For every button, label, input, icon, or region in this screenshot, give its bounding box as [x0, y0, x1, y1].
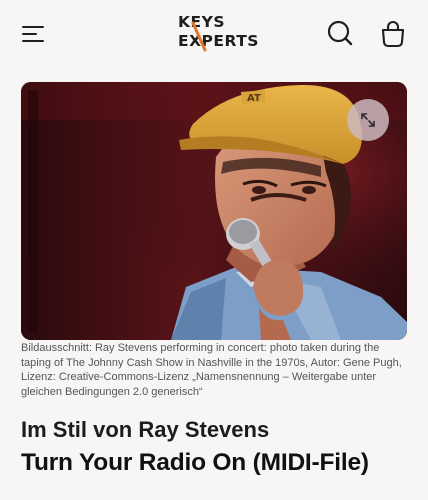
expand-arrows-icon — [361, 113, 375, 127]
cart-button[interactable] — [380, 20, 406, 48]
site-header: KEYS EXPERTS — [0, 0, 428, 70]
expand-image-button[interactable] — [347, 99, 389, 141]
shopping-bag-icon — [381, 21, 405, 48]
menu-icon-line — [22, 40, 44, 42]
logo-x-mark-icon — [191, 21, 207, 52]
artist-subtitle: Im Stil von Ray Stevens — [21, 417, 270, 442]
site-logo[interactable]: KEYS EXPERTS — [178, 14, 258, 52]
product-hero-image[interactable]: AT — [21, 82, 407, 340]
search-icon — [327, 20, 353, 46]
svg-text:AT: AT — [247, 93, 261, 104]
image-caption: Bildausschnitt: Ray Stevens performing i… — [21, 342, 402, 398]
menu-icon-line — [22, 26, 44, 28]
product-title: Turn Your Radio On (MIDI-File) — [21, 449, 369, 476]
menu-icon-line — [22, 33, 37, 35]
menu-button[interactable] — [22, 22, 48, 44]
search-button[interactable] — [327, 20, 353, 46]
